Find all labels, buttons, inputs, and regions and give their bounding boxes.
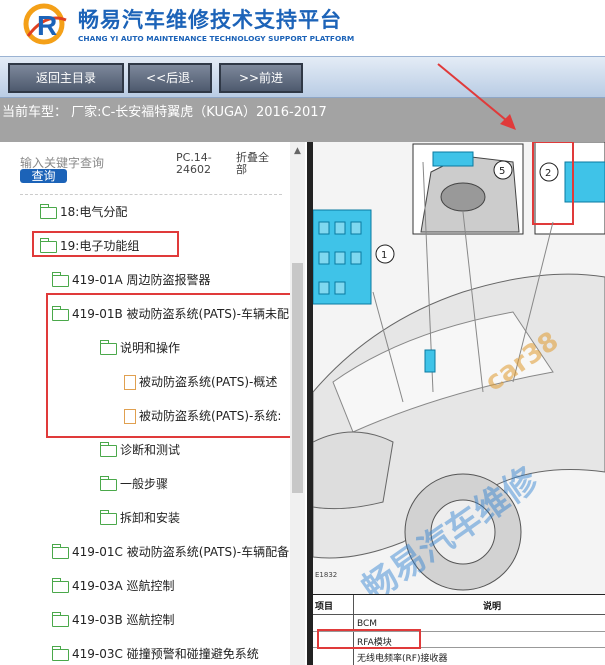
home-button[interactable]: 返回主目录 xyxy=(8,63,124,93)
tree-item-label: 419-03A 巡航控制 xyxy=(72,579,175,593)
highlight-box xyxy=(46,293,293,438)
figure-code: E1832 xyxy=(315,571,337,579)
tree-item-label: 一般步骤 xyxy=(120,477,169,491)
tree-folder[interactable]: 419-01C 被动防盗系统(PATS)-车辆配备 xyxy=(52,537,290,567)
highlight-box xyxy=(32,231,179,257)
table-col-item: 项目 xyxy=(315,602,334,612)
collapse-all-button[interactable]: 折叠全部 xyxy=(236,152,276,176)
svg-text:R: R xyxy=(37,10,57,41)
vehicle-diagram: 5 2 1 car38 畅易汽车维修 E1832 xyxy=(313,142,605,665)
table-row: 无线电频率(RF)接收器 xyxy=(357,654,448,664)
sidebar: 输入关键字查询 查询 PC.14-24602 折叠全部 18:电气分配 19:电子… xyxy=(0,142,310,665)
highlight-box xyxy=(317,629,421,649)
folder-icon xyxy=(100,475,117,491)
folder-icon xyxy=(52,271,69,287)
table-col-desc: 说明 xyxy=(483,602,502,612)
tree-item-label: 诊断和测试 xyxy=(120,443,181,457)
divider xyxy=(20,194,282,195)
tree-item-label: 419-03C 碰撞预警和碰撞避免系统 xyxy=(72,647,259,661)
tree-folder[interactable]: 诊断和测试 xyxy=(100,435,290,465)
tree-item-label: 18:电气分配 xyxy=(60,205,128,219)
forward-button[interactable]: >>前进 xyxy=(219,63,303,93)
back-button[interactable]: <<后退. xyxy=(128,63,212,93)
folder-icon xyxy=(52,645,69,661)
pc-code: PC.14-24602 xyxy=(176,151,212,176)
callout-2-label: 2 xyxy=(545,168,551,179)
tree-folder[interactable]: 419-03C 碰撞预警和碰撞避免系统 xyxy=(52,639,290,665)
tree-item-label: 拆卸和安装 xyxy=(120,511,181,525)
folder-icon xyxy=(100,509,117,525)
callout-5-label: 5 xyxy=(499,166,505,177)
folder-icon xyxy=(52,577,69,593)
app-header: R 畅易汽车维修技术支持平台 CHANG YI AUTO MAINTENANCE… xyxy=(0,0,605,56)
current-model-bar: 当前车型： 厂家:C-长安福特翼虎（KUGA）2016-2017 xyxy=(0,98,605,142)
legend-table: 项目 说明 BCM RFA模块 无线电频率(RF)接收器 xyxy=(313,594,605,665)
table-row: BCM xyxy=(357,619,378,629)
tree-folder[interactable]: 一般步骤 xyxy=(100,469,290,499)
tree-folder[interactable]: 419-01A 周边防盗报警器 xyxy=(52,265,290,295)
app-subtitle: CHANG YI AUTO MAINTENANCE TECHNOLOGY SUP… xyxy=(78,34,355,43)
tree-folder[interactable]: 18:电气分配 xyxy=(40,197,290,227)
folder-icon xyxy=(40,203,57,219)
nav-toolbar: 返回主目录 <<后退. >>前进 xyxy=(0,56,605,98)
scroll-up-icon[interactable]: ▲ xyxy=(290,146,305,156)
sidebar-scrollbar[interactable]: ▲ xyxy=(290,142,305,665)
diagram-view: 5 2 1 car38 畅易汽车维修 E1832 项目 说明 BCM RFA模块… xyxy=(313,142,605,665)
brand-logo: R xyxy=(23,3,67,45)
folder-icon xyxy=(52,543,69,559)
app-title: 畅易汽车维修技术支持平台 xyxy=(78,8,342,32)
callout-1-label: 1 xyxy=(381,250,387,261)
tree-folder[interactable]: 419-03A 巡航控制 xyxy=(52,571,290,601)
scrollbar-thumb[interactable] xyxy=(292,263,303,493)
tree-folder[interactable]: 拆卸和安装 xyxy=(100,503,290,533)
folder-icon xyxy=(52,611,69,627)
tree-item-label: 419-01C 被动防盗系统(PATS)-车辆配备 xyxy=(72,545,290,559)
tree-folder[interactable]: 419-03B 巡航控制 xyxy=(52,605,290,635)
tree-item-label: 419-03B 巡航控制 xyxy=(72,613,175,627)
search-button[interactable]: 查询 xyxy=(20,169,67,183)
tree-item-label: 419-01A 周边防盗报警器 xyxy=(72,273,211,287)
folder-icon xyxy=(100,441,117,457)
